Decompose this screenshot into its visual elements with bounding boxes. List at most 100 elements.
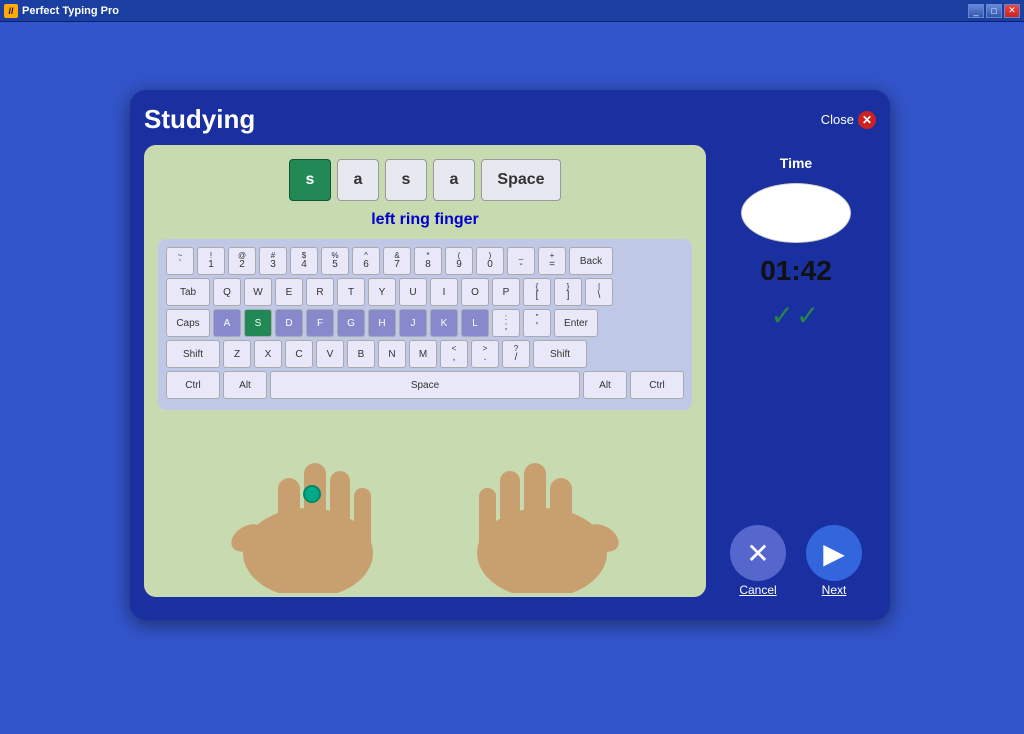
key-minus[interactable]: _- [507,247,535,275]
ring-finger-indicator [303,485,321,503]
key-q[interactable]: Q [213,278,241,306]
key-shift-left[interactable]: Shift [166,340,220,368]
key-space: Space [481,159,561,201]
key-s-2: s [385,159,427,201]
key-backtick[interactable]: ~` [166,247,194,275]
right-hand [452,433,632,593]
title-bar: // Perfect Typing Pro _ □ ✕ [0,0,1024,22]
key-backspace[interactable]: Back [569,247,613,275]
cancel-button[interactable]: ✕ [730,525,786,581]
finger-label: left ring finger [158,211,692,229]
key-7[interactable]: &7 [383,247,411,275]
key-s-kb[interactable]: S [244,309,272,337]
key-o[interactable]: O [461,278,489,306]
title-bar-buttons: _ □ ✕ [968,4,1020,18]
title-bar-left: // Perfect Typing Pro [4,4,119,18]
key-backslash[interactable]: |\ [585,278,613,306]
key-z[interactable]: Z [223,340,251,368]
key-caps[interactable]: Caps [166,309,210,337]
app-window: Studying Close ✕ s a s a Space left ring… [130,90,890,620]
key-alt-left[interactable]: Alt [223,371,267,399]
key-e[interactable]: E [275,278,303,306]
next-button[interactable]: ▶ [806,525,862,581]
window-header: Studying Close ✕ [144,104,876,135]
time-display: 01:42 [760,255,832,287]
key-1[interactable]: !1 [197,247,225,275]
time-label: Time [780,155,812,171]
close-x-icon: ✕ [858,111,876,129]
key-shift-right[interactable]: Shift [533,340,587,368]
close-button[interactable]: Close ✕ [821,111,876,129]
key-ctrl-left[interactable]: Ctrl [166,371,220,399]
key-tab[interactable]: Tab [166,278,210,306]
key-k-kb[interactable]: K [430,309,458,337]
cancel-container: ✕ Cancel [730,525,786,597]
left-panel: s a s a Space left ring finger ~` !1 @2 … [144,145,706,597]
app-title: Perfect Typing Pro [22,5,119,17]
key-y[interactable]: Y [368,278,396,306]
kb-row-1: ~` !1 @2 #3 $4 %5 ^6 &7 *8 (9 )0 _- += B… [166,247,684,275]
next-label: Next [822,583,847,597]
key-spacebar[interactable]: Space [270,371,580,399]
key-n[interactable]: N [378,340,406,368]
kb-row-4: Shift Z X C V B N M <, >. ?/ Shift [166,340,684,368]
key-display-row: s a s a Space [158,159,692,201]
key-slash[interactable]: ?/ [502,340,530,368]
key-ctrl-right[interactable]: Ctrl [630,371,684,399]
key-equals[interactable]: += [538,247,566,275]
kb-row-3: Caps A S D F G H J K L :; "' Enter [166,309,684,337]
key-p[interactable]: P [492,278,520,306]
key-s-active: s [289,159,331,201]
maximize-button[interactable]: □ [986,4,1002,18]
key-alt-right[interactable]: Alt [583,371,627,399]
key-quote[interactable]: "' [523,309,551,337]
key-a-1: a [337,159,379,201]
key-comma[interactable]: <, [440,340,468,368]
right-panel: Time 01:42 ✓✓ ✕ Cancel ▶ Next [716,145,876,597]
key-period[interactable]: >. [471,340,499,368]
key-2[interactable]: @2 [228,247,256,275]
key-bracket-right[interactable]: }] [554,278,582,306]
key-0[interactable]: )0 [476,247,504,275]
key-g-kb[interactable]: G [337,309,365,337]
key-h-kb[interactable]: H [368,309,396,337]
checkmarks: ✓✓ [771,299,822,332]
key-x[interactable]: X [254,340,282,368]
key-b[interactable]: B [347,340,375,368]
key-w[interactable]: W [244,278,272,306]
next-container: ▶ Next [806,525,862,597]
key-semicolon[interactable]: :; [492,309,520,337]
key-enter[interactable]: Enter [554,309,598,337]
key-4[interactable]: $4 [290,247,318,275]
app-icon: // [4,4,18,18]
key-r[interactable]: R [306,278,334,306]
key-i[interactable]: I [430,278,458,306]
key-8[interactable]: *8 [414,247,442,275]
keyboard: ~` !1 @2 #3 $4 %5 ^6 &7 *8 (9 )0 _- += B… [158,239,692,410]
key-3[interactable]: #3 [259,247,287,275]
key-d-kb[interactable]: D [275,309,303,337]
minimize-button[interactable]: _ [968,4,984,18]
key-9[interactable]: (9 [445,247,473,275]
key-u[interactable]: U [399,278,427,306]
key-f-kb[interactable]: F [306,309,334,337]
key-t[interactable]: T [337,278,365,306]
btn-row: ✕ Cancel ▶ Next [730,525,862,597]
close-titlebar-button[interactable]: ✕ [1004,4,1020,18]
cancel-label: Cancel [739,583,776,597]
key-6[interactable]: ^6 [352,247,380,275]
key-5[interactable]: %5 [321,247,349,275]
hands-area [158,420,692,583]
key-bracket-left[interactable]: {[ [523,278,551,306]
key-v[interactable]: V [316,340,344,368]
window-title: Studying [144,104,255,135]
time-oval [741,183,851,243]
key-l-kb[interactable]: L [461,309,489,337]
kb-row-5: Ctrl Alt Space Alt Ctrl [166,371,684,399]
content-area: s a s a Space left ring finger ~` !1 @2 … [144,145,876,597]
kb-row-2: Tab Q W E R T Y U I O P {[ }] |\ [166,278,684,306]
key-c[interactable]: C [285,340,313,368]
key-a-kb[interactable]: A [213,309,241,337]
key-j-kb[interactable]: J [399,309,427,337]
key-m[interactable]: M [409,340,437,368]
